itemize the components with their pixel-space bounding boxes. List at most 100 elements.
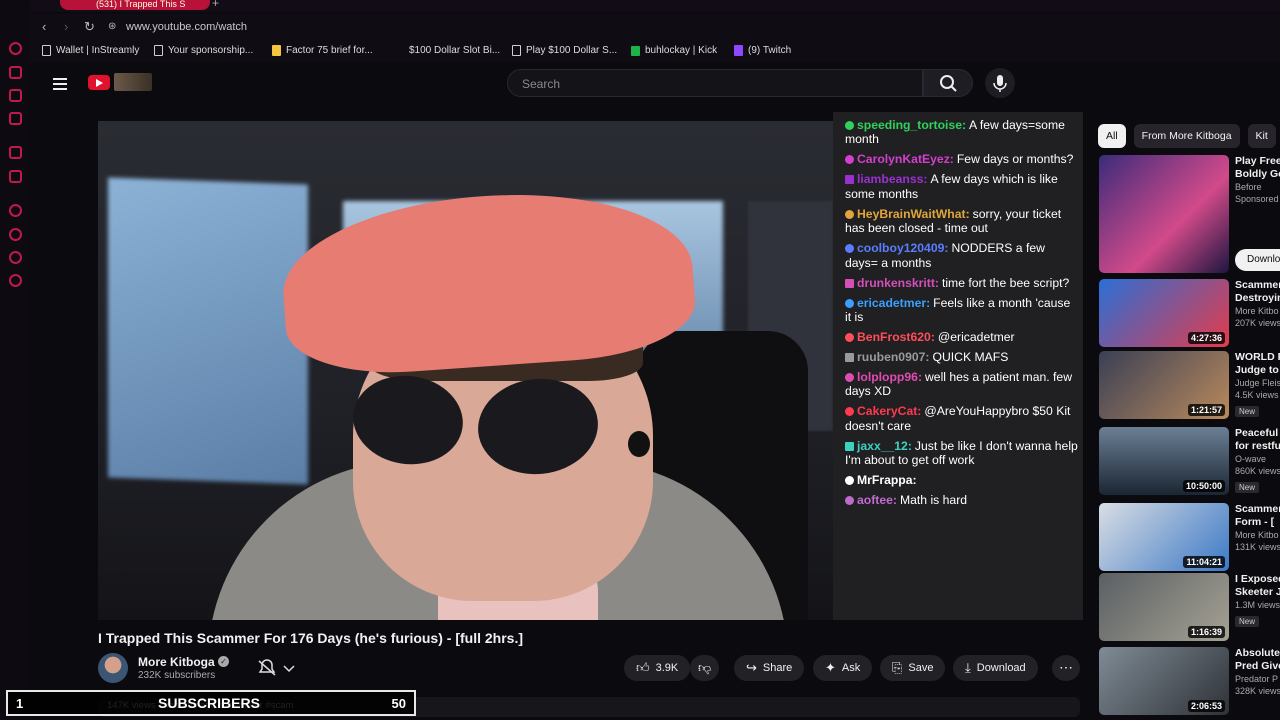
- recommended-video[interactable]: 1:16:39 I ExposedSkeeter Je 1.3M views New: [1099, 573, 1280, 641]
- bookmark-item[interactable]: Play $100 Dollar S...: [512, 45, 617, 56]
- forward-icon[interactable]: ›: [64, 19, 68, 34]
- voice-search-button[interactable]: [985, 68, 1015, 98]
- chat-username: ruuben0907:: [857, 350, 930, 365]
- ask-button[interactable]: ✦ Ask: [813, 655, 873, 681]
- video-channel: More Kitbo: [1235, 306, 1279, 316]
- video-info: Scammer Form - [More Kitbo 131K views: [1235, 503, 1280, 553]
- chat-message: aoftee: Math is hard: [845, 493, 1079, 507]
- verified-icon: ✓: [218, 656, 229, 667]
- rail-tag-icon[interactable]: [9, 89, 22, 102]
- reload-icon[interactable]: ↻: [84, 19, 95, 35]
- chat-message: ruuben0907: QUICK MAFS: [845, 350, 1079, 364]
- youtube-logo-icon[interactable]: [88, 75, 110, 90]
- chat-text: QUICK MAFS: [932, 350, 1009, 365]
- back-icon[interactable]: ‹: [42, 19, 46, 34]
- video-thumbnail[interactable]: [1099, 155, 1229, 273]
- notification-bell-button[interactable]: [253, 657, 303, 679]
- search-button[interactable]: [923, 69, 973, 97]
- recommended-video[interactable]: 1:21:57 WORLD RJudge to Judge Fleis 4.5K vi…: [1099, 351, 1280, 419]
- chat-message: lolplopp96: well hes a patient man. few d…: [845, 370, 1079, 399]
- chat-badge-icon: [845, 244, 854, 254]
- video-info: Play FreeBoldly Go W Before Sponsored: [1235, 155, 1280, 205]
- video-views: 328K views: [1235, 686, 1280, 696]
- bookmark-item[interactable]: $100 Dollar Slot Bi...: [409, 45, 500, 56]
- chip-from-channel[interactable]: From More Kitboga: [1133, 124, 1240, 148]
- rail-alert-icon[interactable]: [9, 146, 22, 159]
- url-field[interactable]: www.youtube.com/watch: [126, 21, 247, 33]
- video-thumbnail[interactable]: 10:50:00: [1099, 427, 1229, 495]
- rail-shop-icon[interactable]: [9, 66, 22, 79]
- video-thumbnail[interactable]: 2:06:53: [1099, 647, 1229, 715]
- rail-settings-icon[interactable]: [9, 274, 22, 287]
- recommended-video[interactable]: 10:50:00 Peaceful for restfu O-wave 860K vie…: [1099, 427, 1280, 495]
- video-title-line2: Skeeter Je: [1235, 586, 1280, 598]
- recommended-video[interactable]: 11:04:21 Scammer Form - [More Kitbo 131K vi…: [1099, 503, 1280, 571]
- goal-target: 50: [391, 696, 406, 711]
- chat-badge-icon: [845, 298, 854, 308]
- chat-badge-icon: [845, 121, 854, 130]
- like-button[interactable]: 👍︎ 3.9K: [624, 655, 691, 681]
- rail-box-icon[interactable]: [9, 112, 22, 125]
- more-actions-icon[interactable]: ⋯: [1052, 655, 1080, 681]
- search-placeholder: Search: [522, 77, 561, 91]
- chat-text: Few days or months?: [956, 152, 1074, 167]
- video-title-line2: Destroying: [1235, 292, 1280, 304]
- menu-icon[interactable]: [53, 78, 67, 93]
- bookmark-item[interactable]: Factor 75 brief for...: [272, 45, 373, 56]
- video-title: Scammer: [1235, 503, 1280, 515]
- channel-name[interactable]: More Kitboga: [138, 655, 215, 669]
- browser-side-rail: [0, 0, 30, 720]
- video-thumbnail[interactable]: 4:27:36: [1099, 279, 1229, 347]
- chat-username: CarolynKatEyez:: [857, 152, 954, 167]
- bookmark-item[interactable]: buhlockay | Kick: [631, 45, 717, 56]
- bookmark-item[interactable]: Wallet | InStreamly: [42, 45, 139, 56]
- chat-badge-icon: [845, 476, 854, 486]
- address-bar: ‹ › ↻ ⊛ www.youtube.com/watch: [30, 14, 1280, 40]
- video-thumbnail[interactable]: 1:21:57: [1099, 351, 1229, 419]
- video-info: WORLD RJudge to Judge Fleis 4.5K views New: [1235, 351, 1280, 419]
- dislike-button[interactable]: 👎︎: [690, 655, 720, 681]
- video-thumbnail[interactable]: 11:04:21: [1099, 503, 1229, 571]
- chat-message: coolboy120409: NODDERS a few days= a mont…: [845, 241, 1079, 270]
- download-button[interactable]: ⤓ Download: [953, 655, 1038, 681]
- channel-avatar[interactable]: [98, 653, 128, 683]
- video-views: Sponsored: [1235, 194, 1279, 204]
- search-input[interactable]: Search: [507, 69, 923, 97]
- bookmark-item[interactable]: (9) Twitch: [734, 45, 791, 56]
- share-button[interactable]: ↪ Share: [734, 655, 805, 681]
- goal-label: SUBSCRIBERS: [158, 695, 260, 711]
- video-duration: 1:16:39: [1187, 626, 1225, 638]
- save-button[interactable]: ⎘ Save: [880, 655, 946, 681]
- chat-username: liambeanss:: [857, 172, 928, 187]
- video-duration: 2:06:53: [1187, 700, 1225, 712]
- chip-all[interactable]: All: [1098, 124, 1126, 148]
- recommended-video[interactable]: Play FreeBoldly Go W Before Sponsored: [1099, 155, 1280, 273]
- site-info-icon[interactable]: ⊛: [108, 21, 116, 32]
- recommended-video[interactable]: 4:27:36 ScammerDestroying More Kitbo 207K v…: [1099, 279, 1280, 347]
- rail-chat-icon[interactable]: [9, 170, 22, 183]
- browser-tab[interactable]: (531) I Trapped This S: [60, 0, 210, 10]
- chat-username: aoftee:: [857, 493, 897, 508]
- doodle-logo[interactable]: [114, 73, 152, 91]
- chat-badge-icon: [845, 353, 854, 363]
- rail-clock-icon[interactable]: [9, 228, 22, 241]
- video-title-line2: Pred Give: [1235, 660, 1280, 672]
- tab-strip: (531) I Trapped This S +: [0, 0, 1280, 12]
- recommended-video[interactable]: 2:06:53 Absolute Pred Give Predator P 328K v…: [1099, 647, 1280, 715]
- rail-cube-icon[interactable]: [9, 251, 22, 264]
- chat-username: HeyBrainWaitWhat:: [857, 206, 970, 221]
- chat-message: drunkenskritt: time fort the bee script?: [845, 276, 1079, 290]
- chat-message: HeyBrainWaitWhat: sorry, your ticket has …: [845, 207, 1079, 236]
- new-tab-button[interactable]: +: [212, 0, 219, 10]
- rail-history-icon[interactable]: [9, 42, 22, 55]
- folder-icon: [272, 45, 281, 56]
- video-thumbnail[interactable]: 1:16:39: [1099, 573, 1229, 641]
- chip-kitboga[interactable]: Kit: [1247, 124, 1276, 148]
- video-channel: More Kitbo: [1235, 530, 1279, 540]
- video-player[interactable]: [98, 121, 833, 620]
- bookmark-item[interactable]: Your sponsorship...: [154, 45, 253, 56]
- ad-download-button[interactable]: Download: [1235, 249, 1280, 271]
- rail-play-icon[interactable]: [9, 204, 22, 217]
- chat-message: jaxx__12: Just be like I don't wanna help…: [845, 439, 1079, 468]
- chat-username: ericadetmer:: [857, 295, 931, 310]
